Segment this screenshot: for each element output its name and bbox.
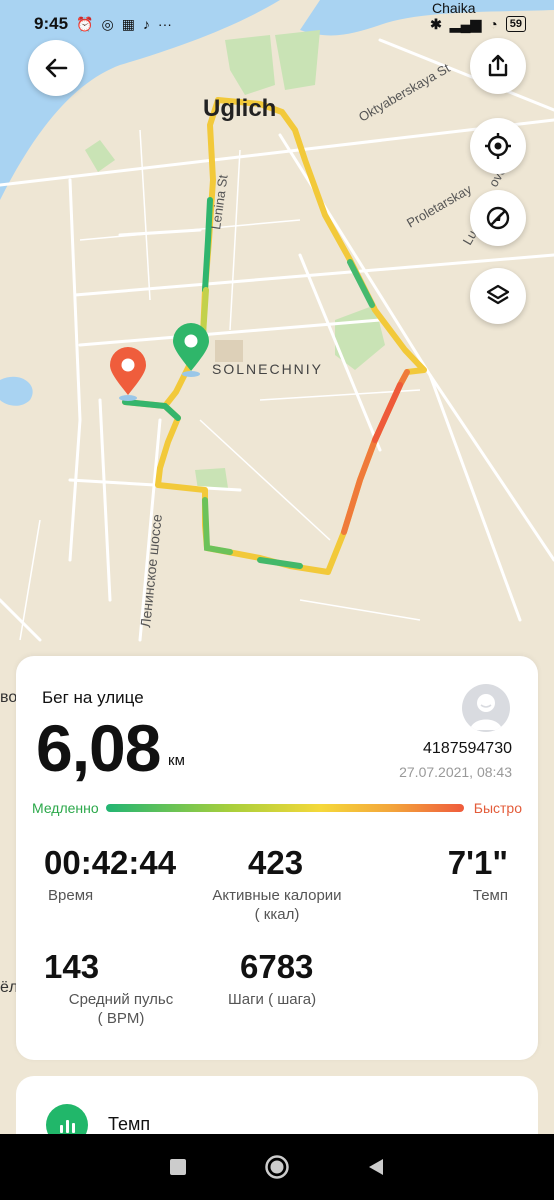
layers-button[interactable] <box>470 268 526 324</box>
layers-icon <box>486 284 510 305</box>
recent-apps-button[interactable] <box>168 1157 188 1177</box>
pace-value: 7'1" <box>447 844 508 881</box>
locate-button[interactable] <box>470 118 526 174</box>
bluetooth-icon: ✱ <box>430 15 442 32</box>
calories-value: 423 <box>248 844 304 881</box>
signal-icon: ▂▄▆ <box>449 15 482 32</box>
tempo-section-label: Темп <box>108 1114 151 1134</box>
arrow-left-icon <box>45 58 68 78</box>
activity-datetime: 27.07.2021, 08:43 <box>399 764 512 780</box>
map-label-solnechniy: SOLNECHNIY <box>212 361 323 377</box>
heart-rate-label: Средний пульс <box>68 991 174 1008</box>
screen: Uglich Oktyaberskaya St Proletarskay ovo… <box>0 0 554 1200</box>
target-icon <box>485 133 511 159</box>
share-button[interactable] <box>470 38 526 94</box>
activity-type: Бег на улице <box>42 688 144 707</box>
status-bar: 9:45 ⏰ ◎ ▦ ♪ ··· Chaika ✱ ▂▄▆ ◔ 59 <box>0 0 554 48</box>
calories-label: Активные калории <box>212 887 342 904</box>
steps-value: 6783 <box>240 948 314 985</box>
pace-gradient-bar <box>106 804 464 812</box>
grid-app-icon: ▦ <box>121 15 135 32</box>
heart-rate-unit: ( BPM) <box>97 1010 145 1027</box>
status-carrier: Chaika <box>432 0 476 16</box>
share-icon <box>488 54 508 77</box>
user-avatar-icon <box>470 694 502 730</box>
distance-value: 6,08 <box>36 711 161 785</box>
heart-rate-value: 143 <box>44 948 100 985</box>
steps-label: Шаги ( шага) <box>228 991 317 1008</box>
pace-label: Темп <box>472 887 508 904</box>
activity-summary-card: Бег на улице 6,08 км 4187594730 27.07.20… <box>16 656 538 1060</box>
chrome-icon: ◎ <box>101 15 114 32</box>
more-notifications-icon: ··· <box>157 16 172 32</box>
heart-rate-label-block: Средний пульс ( BPM) <box>56 990 186 1028</box>
avatar[interactable] <box>462 684 510 732</box>
calories-unit: ( ккал) <box>254 906 300 923</box>
distance-unit: км <box>168 752 185 769</box>
back-button[interactable] <box>28 40 84 96</box>
map-label-edge-vo: во <box>0 689 17 706</box>
pace-fast-label: Быстро <box>473 800 522 816</box>
home-button[interactable] <box>264 1154 290 1180</box>
tiktok-icon: ♪ <box>142 16 150 32</box>
time-label: Время <box>48 887 94 904</box>
hide-route-button[interactable] <box>470 190 526 246</box>
status-time: 9:45 <box>34 14 69 33</box>
calories-label-block: Активные калории ( ккал) <box>192 886 362 924</box>
wifi-icon: ◔ <box>489 16 498 32</box>
battery-icon: 59 <box>505 16 526 32</box>
map-label-town: Uglich <box>203 95 276 122</box>
user-id: 4187594730 <box>423 740 512 757</box>
route-off-icon <box>486 206 510 230</box>
pace-slow-label: Медленно <box>32 800 99 816</box>
alarm-icon: ⏰ <box>76 15 94 32</box>
back-nav-button[interactable] <box>366 1157 386 1177</box>
system-navigation-bar <box>0 1134 554 1200</box>
time-value: 00:42:44 <box>44 844 177 881</box>
